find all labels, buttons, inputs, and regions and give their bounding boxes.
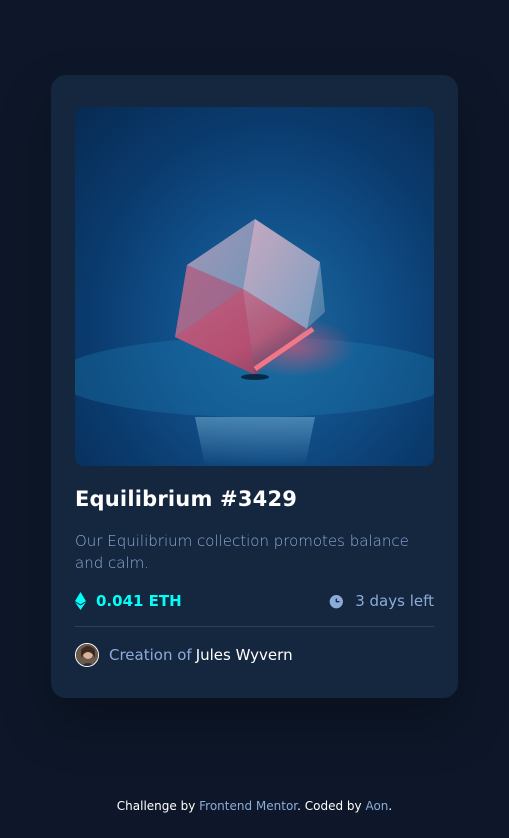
cube-illustration [75,219,434,466]
card-meta: 0.041 ETH 3 days left [75,589,434,613]
clock-icon [329,594,344,608]
attribution-prefix: Challenge by [116,799,196,813]
price: 0.041 ETH [75,592,182,610]
creator-name-link[interactable]: Jules Wyvern [196,646,293,664]
nft-card: Equilibrium #3429 Our Equilibrium collec… [51,75,458,698]
attribution-middle: . Coded by [297,799,362,813]
time-left: 3 days left [328,592,434,610]
attribution-suffix: . [388,799,393,813]
card-title[interactable]: Equilibrium #3429 [75,485,434,513]
time-left-value: 3 days left [355,592,434,610]
price-value: 0.041 ETH [96,592,182,610]
creator-row: Creation of Jules Wyvern [75,643,434,667]
nft-image[interactable] [75,107,434,466]
card-description: Our Equilibrium collection promotes bala… [75,532,409,572]
avatar [75,643,99,667]
divider [75,626,434,627]
author-link[interactable]: Aon [365,799,388,813]
frontend-mentor-link[interactable]: Frontend Mentor [199,799,297,813]
attribution: Challenge by Frontend Mentor. Coded by A… [0,797,509,815]
creator-label: Creation of [109,646,192,664]
ethereum-icon [75,592,86,610]
